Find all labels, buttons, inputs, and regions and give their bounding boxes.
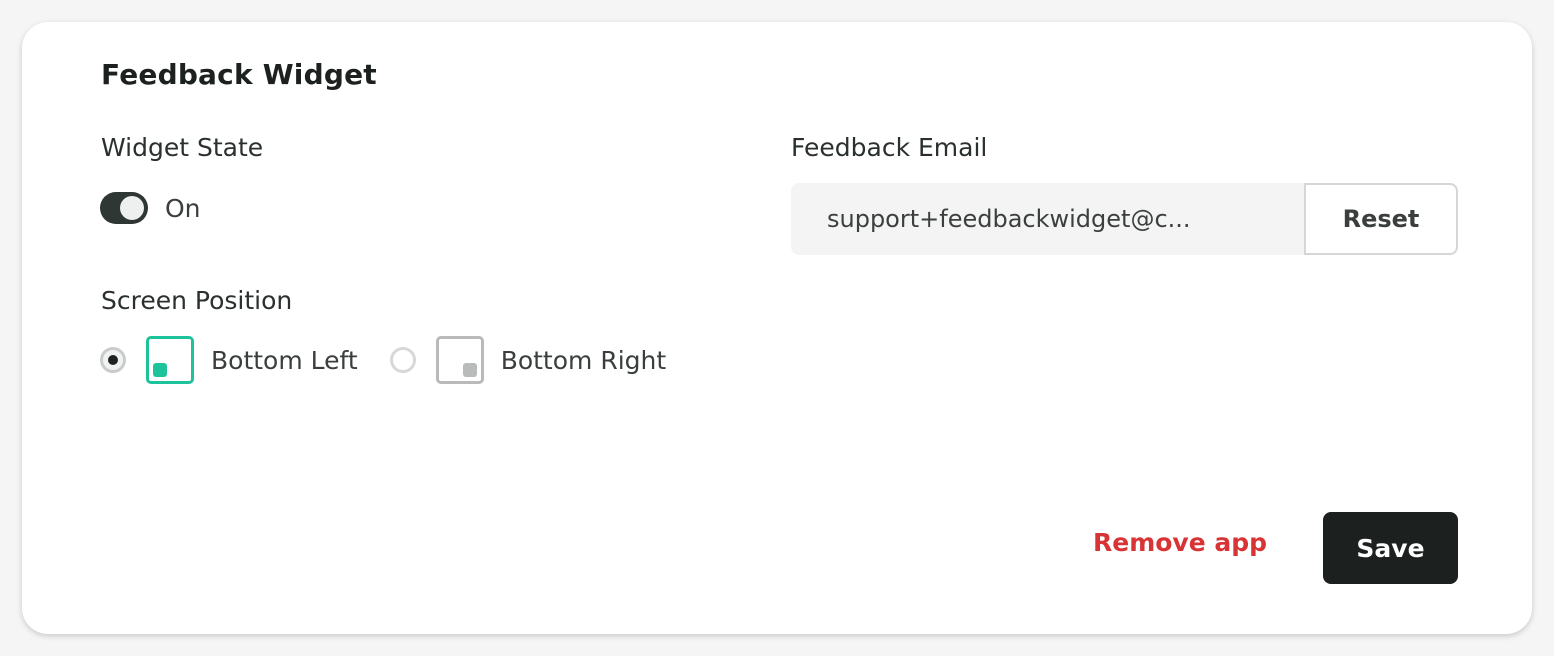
- feedback-widget-card: Feedback Widget Widget State On Screen P…: [22, 22, 1532, 634]
- toggle-knob: [120, 196, 144, 220]
- screen-position-radio-group: Bottom Left Bottom Right: [100, 335, 666, 385]
- widget-state-toggle-row: On: [100, 190, 201, 226]
- reset-button[interactable]: Reset: [1304, 183, 1458, 255]
- bottom-left-label[interactable]: Bottom Left: [211, 346, 358, 375]
- bottom-right-radio[interactable]: [389, 347, 416, 373]
- widget-state-toggle-text: On: [165, 193, 201, 223]
- card-title: Feedback Widget: [101, 58, 377, 91]
- radio-option-bottom-right[interactable]: Bottom Right: [389, 336, 666, 384]
- bottom-right-label[interactable]: Bottom Right: [501, 346, 666, 375]
- remove-app-button[interactable]: Remove app: [1093, 528, 1267, 557]
- bottom-left-radio[interactable]: [100, 347, 126, 373]
- position-dot: [153, 363, 167, 377]
- feedback-email-group: support+feedbackwidget@c... Reset: [791, 183, 1458, 255]
- bottom-left-position-icon[interactable]: [146, 336, 194, 384]
- feedback-email-input[interactable]: support+feedbackwidget@c...: [791, 183, 1304, 255]
- widget-state-label: Widget State: [101, 133, 264, 162]
- bottom-right-position-icon[interactable]: [435, 336, 484, 384]
- screen-position-label: Screen Position: [101, 286, 293, 315]
- feedback-email-label: Feedback Email: [791, 133, 988, 162]
- widget-state-toggle[interactable]: [100, 192, 148, 224]
- radio-option-bottom-left[interactable]: Bottom Left: [100, 336, 358, 384]
- position-dot: [462, 363, 477, 377]
- save-button[interactable]: Save: [1323, 512, 1458, 584]
